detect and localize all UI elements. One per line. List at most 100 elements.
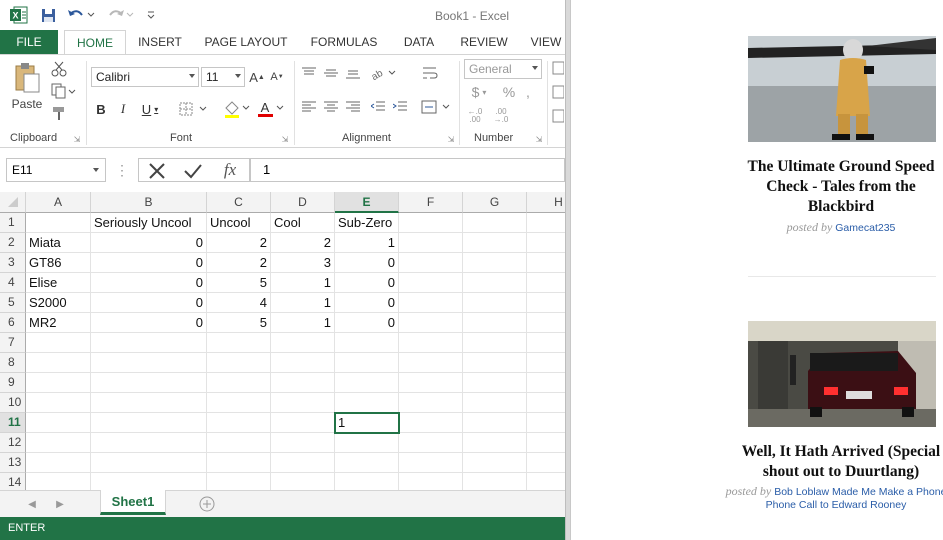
empty-cell[interactable]	[463, 453, 527, 473]
row-header[interactable]: 7	[0, 333, 26, 353]
row-header[interactable]: 12	[0, 433, 26, 453]
save-icon[interactable]	[38, 5, 58, 25]
value-cell[interactable]: 0	[335, 273, 399, 293]
empty-cell[interactable]	[91, 473, 207, 490]
empty-cell[interactable]	[527, 333, 565, 353]
value-cell[interactable]: 1	[271, 313, 335, 333]
empty-cell[interactable]	[527, 313, 565, 333]
tab-view[interactable]: VIEW	[526, 30, 565, 54]
empty-cell[interactable]	[91, 353, 207, 373]
author-link[interactable]: Gamecat235	[835, 222, 895, 234]
header-cell[interactable]: Cool	[271, 213, 335, 233]
row-header[interactable]: 2	[0, 233, 26, 253]
column-header-a[interactable]: A	[26, 192, 91, 213]
car-name-cell[interactable]: GT86	[26, 253, 91, 273]
empty-cell[interactable]	[399, 393, 463, 413]
empty-cell[interactable]	[463, 233, 527, 253]
empty-cell[interactable]	[527, 413, 565, 433]
wrap-text-icon[interactable]	[420, 65, 440, 81]
cut-icon[interactable]	[48, 60, 70, 78]
empty-cell[interactable]	[527, 453, 565, 473]
align-bottom-icon[interactable]	[344, 65, 362, 81]
value-cell[interactable]: 0	[335, 253, 399, 273]
column-header-d[interactable]: D	[271, 192, 335, 213]
value-cell[interactable]: 1	[335, 233, 399, 253]
empty-cell[interactable]	[207, 353, 271, 373]
currency-icon[interactable]: $ ▾	[466, 83, 492, 101]
cell-styles-icon[interactable]	[552, 107, 564, 125]
value-cell[interactable]: 5	[207, 273, 271, 293]
empty-cell[interactable]	[463, 313, 527, 333]
empty-cell[interactable]	[91, 333, 207, 353]
tab-file[interactable]: FILE	[0, 30, 58, 54]
spreadsheet-grid[interactable]: A B C D E F G H 1 2 3 4 5 6 7 8 9 10 11 …	[0, 192, 565, 490]
empty-cell[interactable]	[399, 253, 463, 273]
post-image-bmw[interactable]	[748, 321, 936, 427]
row-header[interactable]: 11	[0, 413, 26, 433]
post-title-1[interactable]: The Ultimate Ground Speed Check - Tales …	[721, 157, 943, 217]
align-left-icon[interactable]	[300, 99, 318, 115]
paste-icon[interactable]	[10, 61, 44, 95]
value-cell[interactable]: 2	[207, 253, 271, 273]
empty-cell[interactable]	[335, 373, 399, 393]
empty-cell[interactable]	[207, 453, 271, 473]
empty-cell[interactable]	[463, 393, 527, 413]
value-cell[interactable]: 3	[271, 253, 335, 273]
select-all-corner[interactable]	[0, 192, 26, 213]
column-header-c[interactable]: C	[207, 192, 271, 213]
empty-cell[interactable]	[335, 473, 399, 490]
empty-cell[interactable]	[527, 273, 565, 293]
row-header[interactable]: 8	[0, 353, 26, 373]
formula-input[interactable]: 1	[250, 158, 565, 182]
row-header[interactable]: 13	[0, 453, 26, 473]
empty-cell[interactable]	[271, 433, 335, 453]
empty-cell[interactable]	[399, 233, 463, 253]
empty-cell[interactable]	[91, 413, 207, 433]
sheet-tab-sheet1[interactable]: Sheet1	[100, 490, 166, 515]
empty-cell[interactable]	[26, 213, 91, 233]
redo-icon[interactable]	[106, 5, 136, 25]
empty-cell[interactable]	[335, 453, 399, 473]
empty-cell[interactable]	[463, 433, 527, 453]
value-cell[interactable]: 0	[91, 293, 207, 313]
scroll-left-icon[interactable]: ◀	[26, 497, 38, 511]
empty-cell[interactable]	[207, 413, 271, 433]
empty-cell[interactable]	[463, 473, 527, 490]
paste-button[interactable]: Paste	[8, 97, 46, 111]
row-header[interactable]: 10	[0, 393, 26, 413]
value-cell[interactable]: 1	[271, 293, 335, 313]
column-header-e[interactable]: E	[335, 192, 399, 213]
value-cell[interactable]: 5	[207, 313, 271, 333]
empty-cell[interactable]	[335, 433, 399, 453]
shrink-font-icon[interactable]: A ▼	[268, 67, 286, 87]
tab-page-layout[interactable]: PAGE LAYOUT	[198, 30, 294, 54]
tab-formulas[interactable]: FORMULAS	[303, 30, 385, 54]
header-cell[interactable]: Uncool	[207, 213, 271, 233]
format-painter-icon[interactable]	[48, 104, 70, 122]
font-launcher-icon[interactable]: ⇲	[280, 134, 290, 144]
car-name-cell[interactable]: MR2	[26, 313, 91, 333]
fill-color-icon[interactable]	[222, 99, 252, 119]
empty-cell[interactable]	[463, 353, 527, 373]
scroll-right-icon[interactable]: ▶	[54, 497, 66, 511]
empty-cell[interactable]	[271, 373, 335, 393]
customize-qat-icon[interactable]	[144, 5, 158, 25]
empty-cell[interactable]	[271, 473, 335, 490]
font-color-icon[interactable]: A	[256, 99, 286, 119]
empty-cell[interactable]	[399, 473, 463, 490]
number-launcher-icon[interactable]: ⇲	[534, 134, 544, 144]
underline-icon[interactable]: U ▾	[137, 99, 163, 119]
merge-center-icon[interactable]	[420, 99, 452, 115]
number-format-combo[interactable]: General	[464, 59, 542, 79]
font-name-combo[interactable]: Calibri	[91, 67, 199, 87]
insert-function-icon[interactable]: fx	[217, 160, 243, 180]
empty-cell[interactable]	[26, 413, 91, 433]
empty-cell[interactable]	[527, 233, 565, 253]
row-header[interactable]: 9	[0, 373, 26, 393]
new-sheet-icon[interactable]	[198, 495, 216, 513]
column-header-g[interactable]: G	[463, 192, 527, 213]
empty-cell[interactable]	[335, 393, 399, 413]
borders-icon[interactable]	[178, 99, 210, 119]
empty-cell[interactable]	[463, 273, 527, 293]
car-name-cell[interactable]: S2000	[26, 293, 91, 313]
